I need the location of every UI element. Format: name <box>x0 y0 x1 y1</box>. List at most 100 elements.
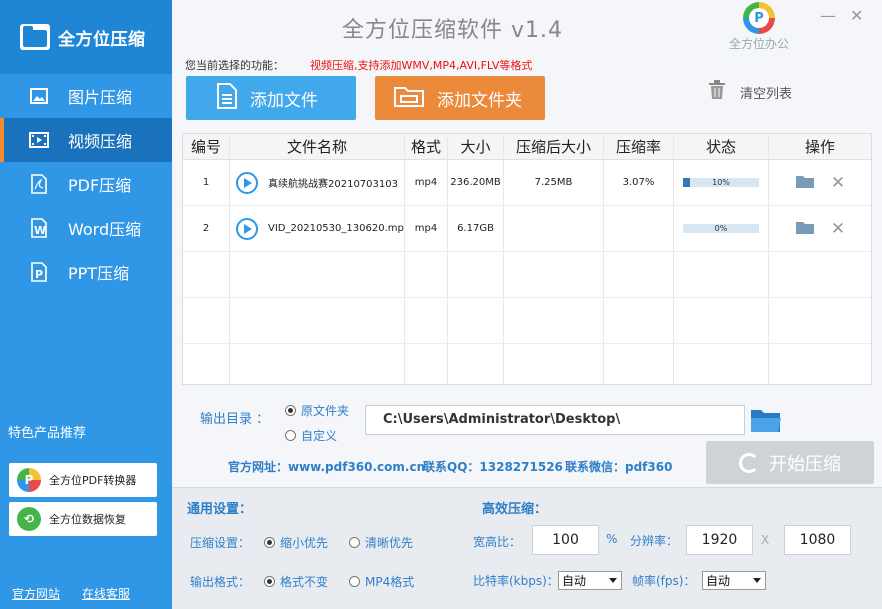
option-keep-format[interactable]: 格式不变 <box>264 573 328 590</box>
sidebar-item-label: PDF压缩 <box>68 176 132 195</box>
open-folder-icon[interactable] <box>795 173 815 192</box>
browse-folder-icon[interactable] <box>750 406 782 438</box>
sidebar-item-label: 图片压缩 <box>68 88 133 107</box>
header-size: 大小 <box>448 134 504 159</box>
resolution-label: 分辨率： <box>630 534 679 548</box>
radio-custom[interactable] <box>285 430 296 441</box>
output-path-field[interactable]: C:\Users\Administrator\Desktop\ <box>365 405 745 435</box>
row-name: VID_20210530_130620.mp4 <box>268 223 405 234</box>
qq-info: 联系QQ：1328271526 <box>423 460 563 474</box>
fps-select[interactable]: 自动 <box>702 571 766 590</box>
general-settings-title: 通用设置： <box>187 502 253 517</box>
resolution-width-input[interactable]: 1920 <box>686 525 753 555</box>
wechat-info: 联系微信：pdf360 <box>565 460 673 474</box>
sidebar-links: 官方网站 在线客服 <box>12 585 130 602</box>
radio-original[interactable] <box>285 405 296 416</box>
feature-title: 特色产品推荐 <box>8 426 87 441</box>
header-ops: 操作 <box>804 138 835 156</box>
word-icon: W <box>28 217 50 239</box>
function-value: 视频压缩,支持添加WMV,MP4,AVI,FLV等格式 <box>310 59 533 72</box>
brand-logo-icon: P <box>743 2 775 34</box>
open-folder-icon[interactable] <box>795 219 815 238</box>
resolution-height-input[interactable]: 1080 <box>784 525 851 555</box>
progress-bar: 0% <box>683 224 759 233</box>
clear-list-button[interactable]: 清空列表 <box>708 80 792 104</box>
header-ratio: 压缩率 <box>604 134 674 159</box>
progress-text: 0% <box>714 224 728 233</box>
online-support-link[interactable]: 在线客服 <box>82 585 130 602</box>
sidebar-item-ppt[interactable]: P PPT压缩 <box>0 250 172 294</box>
add-file-button[interactable]: 添加文件 <box>186 76 356 120</box>
add-file-label: 添加文件 <box>250 90 318 111</box>
row-format: mp4 <box>405 160 448 205</box>
app-window: 全方位压缩 图片压缩 视频压缩 PDF压缩 W Word压缩 P PPT压缩 特… <box>0 0 882 609</box>
row-ops: ✕ <box>769 206 871 251</box>
radio-small[interactable] <box>264 537 275 548</box>
start-compress-button[interactable]: 开始压缩 <box>706 441 874 484</box>
row-after: 7.25MB <box>504 160 604 205</box>
efficient-settings-title: 高效压缩： <box>482 502 548 517</box>
row-ratio: 3.07% <box>604 160 674 205</box>
refresh-icon <box>739 452 759 473</box>
ratio-input[interactable]: 100 <box>532 525 599 555</box>
play-icon[interactable] <box>236 217 258 240</box>
output-custom-option[interactable]: 自定义 <box>285 427 337 444</box>
header-after: 压缩后大小 <box>504 134 604 159</box>
play-icon[interactable] <box>236 171 258 194</box>
brand-logo[interactable]: P 全方位办公 <box>724 2 794 52</box>
option-small-priority[interactable]: 缩小优先 <box>264 534 328 551</box>
row-no: 2 <box>183 206 230 251</box>
table-row-empty <box>183 298 871 344</box>
option-mp4-format[interactable]: MP4格式 <box>349 573 414 590</box>
promo-pdf-converter[interactable]: P 全方位PDF转换器 <box>9 463 157 497</box>
trash-icon <box>708 80 726 104</box>
official-site-link[interactable]: 官方网站 <box>12 585 60 602</box>
output-format-label: 输出格式： <box>190 575 251 589</box>
output-original-option[interactable]: 原文件夹 <box>285 402 349 419</box>
bitrate-select[interactable]: 自动 <box>558 571 622 590</box>
row-ratio <box>604 206 674 251</box>
promo-data-recovery[interactable]: ⟲ 全方位数据恢复 <box>9 502 157 536</box>
close-button[interactable]: ✕ <box>850 6 863 25</box>
sidebar-item-image[interactable]: 图片压缩 <box>0 74 172 118</box>
ppt-icon: P <box>28 261 50 283</box>
sidebar-item-label: 视频压缩 <box>68 132 133 151</box>
sidebar-item-word[interactable]: W Word压缩 <box>0 206 172 250</box>
table-row[interactable]: 2 VID_20210530_130620.mp4 mp4 6.17GB 0% … <box>183 206 871 252</box>
table-row-empty <box>183 252 871 298</box>
table-row[interactable]: 1 真续航挑战赛20210703103 mp4 236.20MB 7.25MB … <box>183 160 871 206</box>
header-no: 编号 <box>183 134 230 159</box>
row-size: 6.17GB <box>448 206 504 251</box>
option-clear-priority[interactable]: 清晰优先 <box>349 534 413 551</box>
start-label: 开始压缩 <box>769 453 841 475</box>
ratio-label: 宽高比： <box>473 535 522 549</box>
delete-icon[interactable]: ✕ <box>831 173 845 193</box>
table-row-empty <box>183 344 871 384</box>
sidebar-item-label: PPT压缩 <box>68 264 130 283</box>
folder-logo-icon <box>20 24 50 50</box>
window-title: 全方位压缩软件 v1.4 <box>342 18 564 43</box>
sidebar-nav: 图片压缩 视频压缩 PDF压缩 W Word压缩 P PPT压缩 <box>0 74 172 294</box>
compress-setting-label: 压缩设置： <box>190 536 251 550</box>
row-ops: ✕ <box>769 160 871 205</box>
sidebar-item-pdf[interactable]: PDF压缩 <box>0 162 172 206</box>
add-folder-button[interactable]: 添加文件夹 <box>375 76 545 120</box>
svg-text:W: W <box>34 224 46 237</box>
logo-text: 全方位压缩 <box>58 29 146 50</box>
function-label: 您当前选择的功能： <box>185 59 284 72</box>
pdf-converter-icon: P <box>17 468 41 492</box>
header-format: 格式 <box>405 134 448 159</box>
row-no: 1 <box>183 160 230 205</box>
bitrate-label: 比特率(kbps)： <box>473 574 559 588</box>
minimize-button[interactable]: — <box>820 6 836 25</box>
delete-icon[interactable]: ✕ <box>831 219 845 239</box>
row-name-cell: 真续航挑战赛20210703103 <box>230 160 405 205</box>
radio-keep[interactable] <box>264 576 275 587</box>
radio-clear[interactable] <box>349 537 360 548</box>
sidebar: 全方位压缩 图片压缩 视频压缩 PDF压缩 W Word压缩 P PPT压缩 特… <box>0 0 172 609</box>
svg-text:P: P <box>35 268 43 281</box>
radio-mp4[interactable] <box>349 576 360 587</box>
row-size: 236.20MB <box>448 160 504 205</box>
progress-bar: 10% <box>683 178 759 187</box>
sidebar-item-video[interactable]: 视频压缩 <box>0 118 172 162</box>
